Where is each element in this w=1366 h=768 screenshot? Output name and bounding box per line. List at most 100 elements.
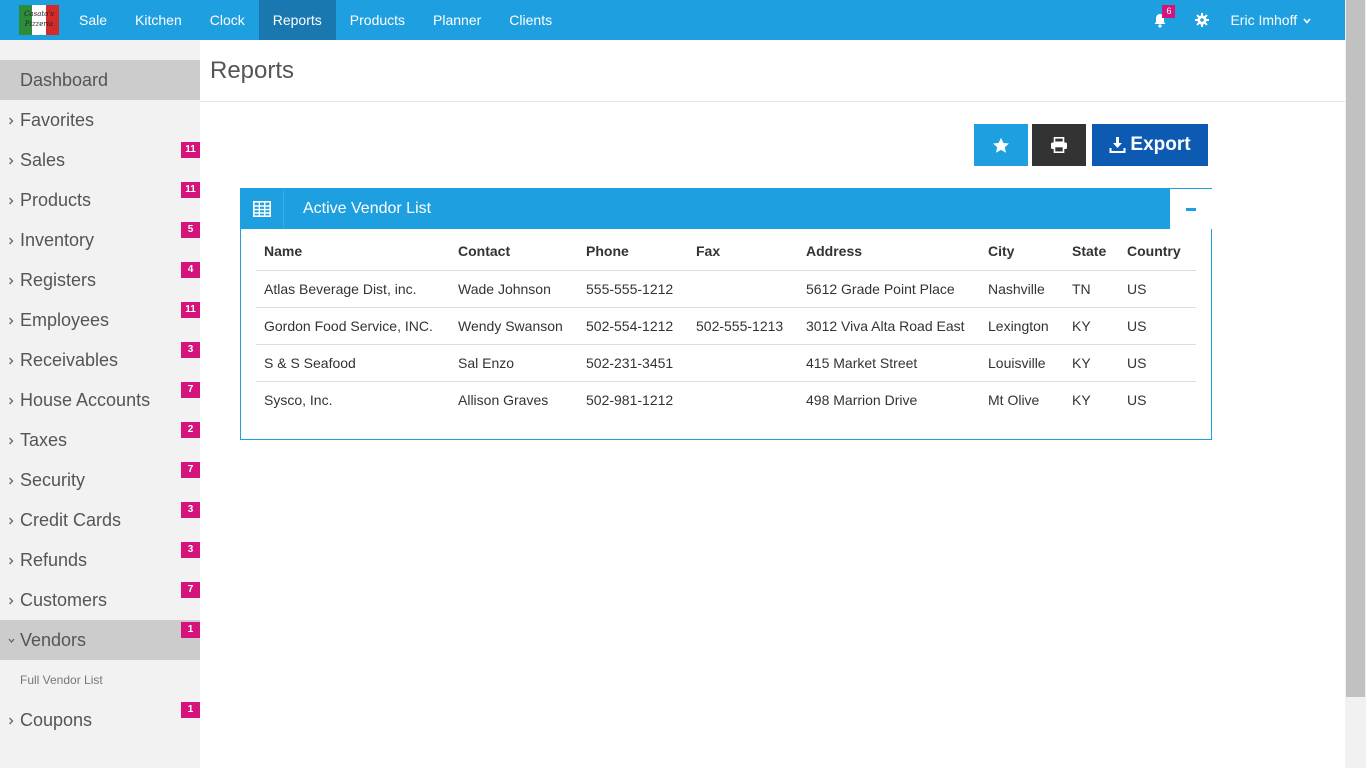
sidebar-item-vendors[interactable]: Vendors 1 — [0, 620, 200, 660]
minus-icon — [1186, 207, 1196, 211]
sidebar-item-taxes[interactable]: Taxes 2 — [0, 420, 200, 460]
table-cell: 498 Marrion Drive — [806, 391, 918, 408]
chevron-right-icon — [8, 420, 14, 460]
gear-icon — [1195, 13, 1210, 27]
panel-title: Active Vendor List — [303, 200, 432, 217]
nav-reports[interactable]: Reports — [258, 0, 336, 40]
chevron-right-icon — [8, 180, 14, 220]
export-button-label: Export — [1130, 134, 1191, 155]
count-badge: 1 — [181, 702, 200, 718]
print-button[interactable] — [1032, 124, 1086, 166]
sidebar-item-employees[interactable]: Employees 11 — [0, 300, 200, 340]
sidebar-item-label: Refunds — [20, 550, 88, 570]
nav-products[interactable]: Products — [336, 0, 419, 40]
table-row[interactable]: Atlas Beverage Dist, inc. Wade Johnson 555… — [256, 270, 1196, 308]
table-cell: TN — [1064, 270, 1119, 308]
scrollbar-thumb[interactable] — [1346, 0, 1365, 697]
chevron-right-icon — [8, 140, 14, 180]
table-cell: Atlas Beverage Dist, inc. — [256, 270, 450, 308]
table-cell: US — [1119, 307, 1196, 345]
chevron-right-icon — [8, 260, 14, 300]
table-cell: Sal Enzo — [450, 344, 578, 382]
favorite-button[interactable] — [974, 124, 1028, 166]
table-cell: 3012 Viva Alta Road East — [798, 307, 980, 345]
table-cell: 502-981-1212 — [586, 391, 674, 408]
sidebar-item-label: Coupons — [20, 710, 93, 730]
nav-clock[interactable]: Clock — [196, 0, 259, 40]
table-cell: Mt Olive — [988, 391, 1040, 408]
nav-sale[interactable]: Sale — [65, 0, 121, 40]
table-cell: Louisville — [980, 344, 1064, 382]
column-header-country[interactable]: Country — [1119, 233, 1196, 271]
table-cell: 555-555-1212 — [578, 270, 688, 308]
count-badge: 1 — [181, 622, 200, 638]
count-badge: 3 — [181, 342, 200, 358]
sidebar-item-security[interactable]: Security 7 — [0, 460, 200, 500]
vertical-scrollbar[interactable] — [1345, 0, 1366, 768]
settings-button[interactable] — [1192, 0, 1212, 40]
sidebar-item-label: Vendors — [20, 630, 87, 650]
table-row[interactable]: S & S Seafood Sal Enzo 502-231-3451 415 Mar… — [256, 344, 1196, 382]
sidebar-subitem-full-vendor-list[interactable]: Full Vendor List — [20, 672, 103, 688]
chevron-right-icon — [8, 380, 14, 420]
sidebar-item-coupons[interactable]: Coupons 1 — [0, 700, 200, 740]
sidebar-item-favorites[interactable]: Favorites — [0, 100, 200, 140]
notifications-button[interactable]: 6 — [1150, 0, 1176, 40]
sidebar-item-label: Taxes — [20, 430, 68, 450]
sidebar-item-refunds[interactable]: Refunds 3 — [0, 540, 200, 580]
chevron-down-icon — [1303, 18, 1311, 25]
sidebar-item-house-accounts[interactable]: House Accounts 7 — [0, 380, 200, 420]
user-menu[interactable]: Eric Imhoff — [1230, 12, 1345, 28]
sidebar-item-sales[interactable]: Sales 11 — [0, 140, 200, 180]
chevron-right-icon — [8, 500, 14, 540]
column-header-state[interactable]: State — [1064, 233, 1119, 271]
table-cell — [688, 381, 798, 418]
table-cell: Lexington — [980, 307, 1064, 345]
table-cell: S & S Seafood — [256, 344, 450, 382]
column-header-contact[interactable]: Contact — [450, 233, 578, 271]
count-badge: 5 — [181, 222, 200, 238]
table-cell: Nashville — [980, 270, 1064, 308]
collapse-panel-button[interactable] — [1170, 189, 1212, 229]
top-navbar: Casato's Pizzeria Sale Kitchen Clock Rep… — [0, 0, 1345, 40]
sidebar-item-receivables[interactable]: Receivables 3 — [0, 340, 200, 380]
nav-planner[interactable]: Planner — [419, 0, 495, 40]
column-header-phone[interactable]: Phone — [578, 233, 688, 271]
table-row[interactable]: Sysco, Inc. Allison Graves 502-981-1212 498… — [256, 381, 1196, 418]
column-header-name[interactable]: Name — [256, 233, 450, 271]
table-cell: Sysco, Inc. — [264, 391, 333, 408]
table-row[interactable]: Gordon Food Service, INC. Wendy Swanson 50… — [256, 307, 1196, 345]
column-header-fax[interactable]: Fax — [688, 233, 798, 271]
table-cell: 502-554-1212 — [578, 307, 688, 345]
count-badge: 4 — [181, 262, 200, 278]
table-cell: US — [1119, 270, 1196, 308]
brand-logo-text: Casato's Pizzeria — [24, 10, 54, 28]
count-badge: 7 — [181, 462, 200, 478]
nav-kitchen[interactable]: Kitchen — [121, 0, 196, 40]
sidebar-dashboard[interactable]: Dashboard — [0, 60, 200, 100]
sidebar-item-label: Employees — [20, 310, 110, 330]
sidebar-item-inventory[interactable]: Inventory 5 — [0, 220, 200, 260]
sidebar-item-credit-cards[interactable]: Credit Cards 3 — [0, 500, 200, 540]
count-badge: 7 — [181, 582, 200, 598]
panel-header: Active Vendor List — [241, 189, 1170, 229]
sidebar-item-registers[interactable]: Registers 4 — [0, 260, 200, 300]
count-badge: 11 — [181, 302, 200, 318]
table-cell: KY — [1064, 344, 1119, 382]
sidebar-item-label: Inventory — [20, 230, 95, 250]
column-header-city[interactable]: City — [980, 233, 1064, 271]
export-button[interactable]: Export — [1092, 124, 1208, 166]
brand-logo[interactable]: Casato's Pizzeria — [19, 5, 59, 35]
sidebar-item-label: Security — [20, 470, 86, 490]
chevron-right-icon — [8, 100, 14, 140]
sidebar-item-products[interactable]: Products 11 — [0, 180, 200, 220]
column-header-address[interactable]: Address — [798, 233, 980, 271]
table-cell: Allison Graves — [458, 391, 549, 408]
star-icon — [993, 137, 1009, 153]
table-cell — [688, 344, 798, 382]
nav-clients[interactable]: Clients — [495, 0, 566, 40]
title-divider — [200, 101, 1345, 102]
table-cell: Gordon Food Service, INC. — [256, 307, 450, 345]
chevron-down-icon — [8, 620, 15, 660]
sidebar-item-customers[interactable]: Customers 7 — [0, 580, 200, 620]
